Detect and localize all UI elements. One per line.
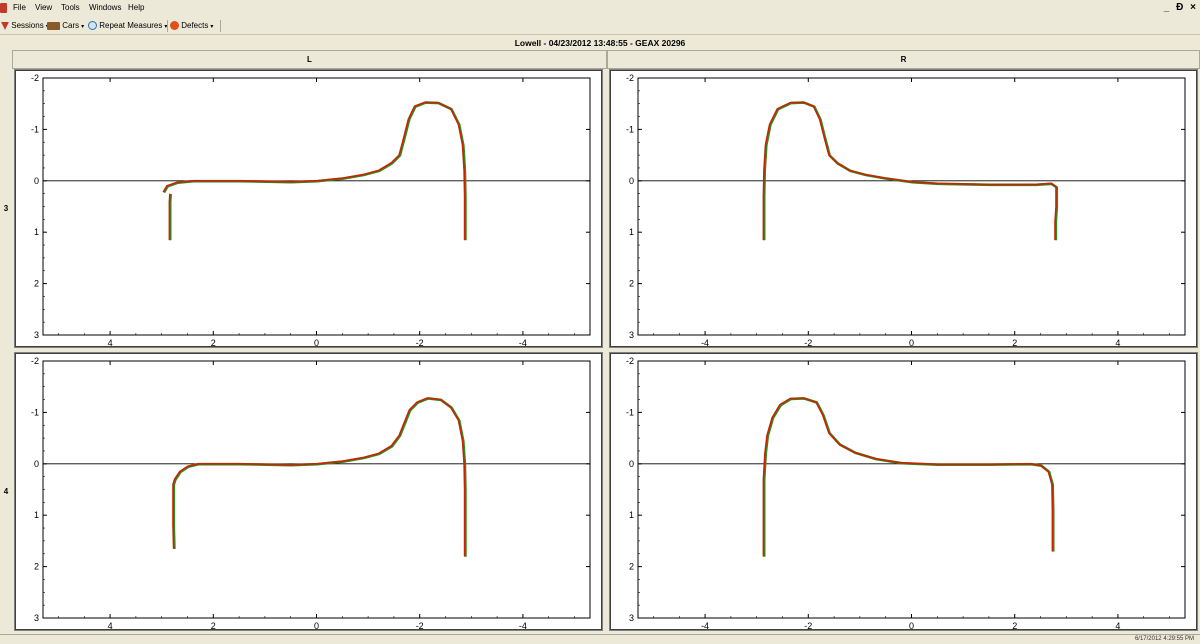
window-controls: _ Ɖ × xyxy=(1160,2,1196,13)
x-tick-label: 2 xyxy=(1012,338,1017,348)
menu-view[interactable]: View xyxy=(35,3,52,12)
app-icon xyxy=(0,3,7,13)
x-tick-label: -2 xyxy=(804,621,812,631)
x-tick-label: 2 xyxy=(1012,621,1017,631)
x-tick-label: 0 xyxy=(314,621,319,631)
row-header-4: 4 xyxy=(0,351,12,633)
close-icon[interactable]: × xyxy=(1190,2,1196,13)
page-title: Lowell - 04/23/2012 13:48:55 - GEAX 2029… xyxy=(0,36,1200,50)
car-icon xyxy=(47,21,60,30)
x-tick-label: 2 xyxy=(211,621,216,631)
sessions-label: Sessions xyxy=(11,21,44,30)
sessions-button[interactable]: Sessions▾ xyxy=(1,21,49,30)
x-tick-label: -2 xyxy=(804,338,812,348)
cars-label: Cars xyxy=(62,21,80,30)
repeat-measures-label: Repeat Measures xyxy=(99,21,163,30)
menu-file[interactable]: File xyxy=(13,3,26,12)
plot-area xyxy=(42,77,591,336)
status-bar: 6/17/2012 4:29:55 PM xyxy=(0,634,1200,644)
menu-tools[interactable]: Tools xyxy=(61,3,80,12)
toolbar-separator xyxy=(220,20,221,32)
menu-help[interactable]: Help xyxy=(128,3,144,12)
x-tick-label: 4 xyxy=(1115,621,1120,631)
y-tick-label: -1 xyxy=(626,124,634,134)
x-tick-label: 4 xyxy=(108,621,113,631)
x-tick-label: 4 xyxy=(1115,338,1120,348)
y-tick-label: 3 xyxy=(629,330,634,340)
x-tick-label: 2 xyxy=(211,338,216,348)
cars-button[interactable]: Cars ▾ xyxy=(47,21,84,30)
y-tick-label: 3 xyxy=(629,613,634,623)
plot-area xyxy=(637,77,1186,336)
defects-label: Defects xyxy=(181,21,209,30)
chevron-down-icon: ▾ xyxy=(81,24,85,30)
series-line-secondary-0 xyxy=(168,194,172,241)
x-tick-label: -4 xyxy=(519,338,527,348)
x-tick-label: -2 xyxy=(416,621,424,631)
chart-panel-row4-right: -2 -1 0 1 2 3 -4 -2 0 2 4 xyxy=(609,352,1198,631)
chart-panel-row4-left: -2 -1 0 1 2 3 4 2 0 -2 -4 xyxy=(14,352,603,631)
profile-chart-row3-right: -2 -1 0 1 2 3 -4 -2 0 2 4 xyxy=(626,73,1186,348)
y-tick-label: -2 xyxy=(626,73,634,83)
toolbar-separator xyxy=(167,20,168,32)
profile-chart-row4-left: -2 -1 0 1 2 3 4 2 0 -2 -4 xyxy=(31,356,591,631)
y-tick-label: 3 xyxy=(34,330,39,340)
sessions-icon xyxy=(1,21,9,30)
menu-bar: File View Tools Windows Help _ Ɖ × xyxy=(0,0,1200,17)
series-line-0 xyxy=(168,193,171,240)
x-tick-label: -4 xyxy=(519,621,527,631)
x-tick-label: 0 xyxy=(314,338,319,348)
x-tick-label: 0 xyxy=(909,338,914,348)
status-time: 6/17/2012 4:29:55 PM xyxy=(1134,636,1194,642)
defects-button[interactable]: Defects ▾ xyxy=(170,21,214,31)
y-tick-label: 1 xyxy=(34,227,39,237)
column-header-left: L xyxy=(12,50,607,69)
profile-chart-row4-right: -2 -1 0 1 2 3 -4 -2 0 2 4 xyxy=(626,356,1186,631)
y-tick-label: 0 xyxy=(629,459,634,469)
plot-area xyxy=(42,360,591,619)
y-tick-label: -2 xyxy=(31,73,39,83)
y-tick-label: -2 xyxy=(31,356,39,366)
x-tick-label: -4 xyxy=(701,621,709,631)
y-tick-label: -1 xyxy=(31,124,39,134)
y-tick-label: 1 xyxy=(629,227,634,237)
row-header-3: 3 xyxy=(0,69,12,349)
repeat-icon xyxy=(88,21,97,31)
chart-panel-row3-left: -2 -1 0 1 2 3 4 2 0 -2 -4 xyxy=(14,69,603,348)
profile-chart-row3-left: -2 -1 0 1 2 3 4 2 0 -2 -4 xyxy=(31,73,591,348)
x-tick-label: -4 xyxy=(701,338,709,348)
y-tick-label: -2 xyxy=(626,356,634,366)
x-tick-label: 4 xyxy=(108,338,113,348)
chevron-down-icon: ▾ xyxy=(210,24,214,30)
restore-icon[interactable]: Ɖ xyxy=(1176,2,1183,13)
x-tick-label: -2 xyxy=(416,338,424,348)
y-tick-label: 1 xyxy=(629,510,634,520)
column-header-right: R xyxy=(607,50,1200,69)
y-tick-label: -1 xyxy=(31,407,39,417)
y-tick-label: -1 xyxy=(626,407,634,417)
y-tick-label: 2 xyxy=(34,279,39,289)
minimize-icon[interactable]: _ xyxy=(1164,2,1170,13)
menu-windows[interactable]: Windows xyxy=(89,3,121,12)
y-tick-label: 2 xyxy=(629,562,634,572)
x-tick-label: 0 xyxy=(909,621,914,631)
y-tick-label: 0 xyxy=(34,176,39,186)
plot-area xyxy=(637,360,1186,619)
y-tick-label: 0 xyxy=(34,459,39,469)
repeat-measures-button[interactable]: Repeat Measures ▾ xyxy=(88,21,167,31)
y-tick-label: 0 xyxy=(629,176,634,186)
y-tick-label: 3 xyxy=(34,613,39,623)
y-tick-label: 1 xyxy=(34,510,39,520)
chart-panel-row3-right: -2 -1 0 1 2 3 -4 -2 0 2 4 xyxy=(609,69,1198,348)
y-tick-label: 2 xyxy=(629,279,634,289)
defects-icon xyxy=(170,21,179,31)
y-tick-label: 2 xyxy=(34,562,39,572)
toolbar: Sessions▾ Cars▾ Repeat Measures▾ Defects… xyxy=(0,17,1200,35)
